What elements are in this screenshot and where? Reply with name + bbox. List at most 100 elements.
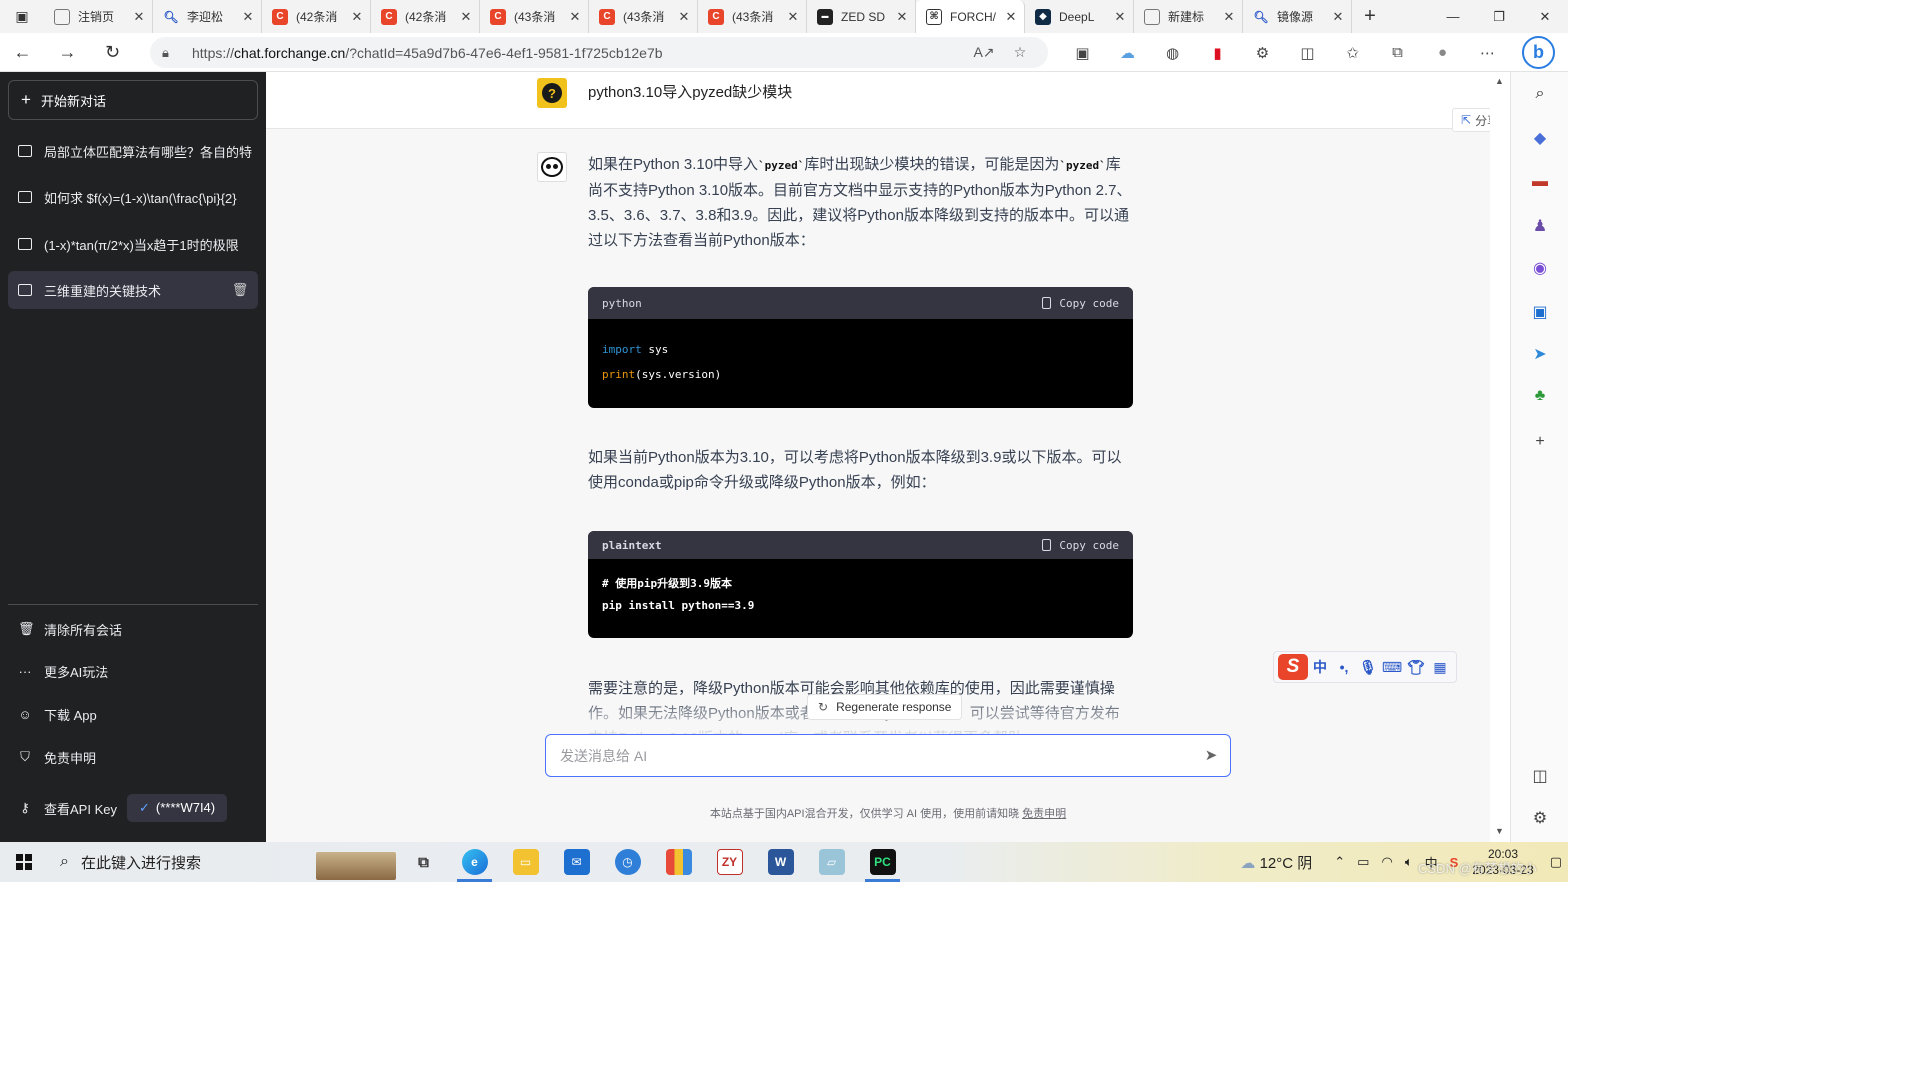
sidebar-toggle-icon[interactable]: ◫	[1528, 764, 1552, 788]
trash-icon[interactable]: 🗑︎	[230, 282, 250, 298]
file-explorer-icon[interactable]: ▭	[500, 842, 551, 882]
search-icon[interactable]: ⌕	[1528, 82, 1552, 106]
browser-tab[interactable]: C (42条消 ✕	[371, 0, 480, 33]
browser-tab[interactable]: 注销页 ✕	[44, 0, 153, 33]
close-icon[interactable]: ✕	[677, 9, 691, 25]
conversation-item[interactable]: 如何求 $f(x)=(1-x)\tan(\frac{\pi}{2}	[8, 178, 258, 216]
office-icon[interactable]: ◉	[1528, 256, 1552, 280]
more-ai-link[interactable]: ··· 更多AI玩法	[8, 652, 258, 690]
tree-icon[interactable]: ♣	[1528, 384, 1552, 408]
app-grid-icon[interactable]	[653, 842, 704, 882]
api-key-link[interactable]: ⚷ 查看API Key ✓ (****W7I4)	[8, 789, 258, 827]
conversation-item[interactable]: (1-x)*tan(π/2*x)当x趋于1时的极限	[8, 225, 258, 263]
settings-icon[interactable]: ⚙	[1528, 806, 1552, 830]
message-input[interactable]	[545, 734, 1231, 777]
url-field[interactable]: 🔒︎ https://chat.forchange.cn/?chatId=45a…	[150, 37, 1048, 68]
close-icon[interactable]: ✕	[1113, 9, 1127, 25]
notification-icon[interactable]: ▢	[1550, 854, 1562, 870]
battery-icon[interactable]: ▭	[1357, 854, 1369, 870]
ime-punct-toggle[interactable]: •,	[1332, 659, 1356, 675]
tray-chevron-icon[interactable]: ⌃	[1334, 854, 1345, 870]
close-icon[interactable]: ✕	[568, 9, 582, 25]
extensions-icon[interactable]: ⚙	[1240, 44, 1285, 62]
copy-code-button[interactable]: Copy code	[1042, 297, 1119, 310]
volume-icon[interactable]: 🔈︎	[1405, 854, 1413, 870]
close-icon[interactable]: ✕	[786, 9, 800, 25]
close-icon[interactable]: ✕	[1222, 9, 1236, 25]
task-view-icon[interactable]: ⧉	[398, 842, 449, 882]
restore-icon[interactable]: ❐	[1476, 0, 1522, 33]
outlook-icon[interactable]: ▣	[1528, 300, 1552, 324]
send-icon[interactable]: ➤	[1528, 342, 1552, 366]
tag-icon[interactable]: ◆	[1528, 126, 1552, 150]
close-icon[interactable]: ✕	[132, 9, 146, 25]
extension-icon[interactable]: ▣	[1060, 44, 1105, 62]
close-icon[interactable]: ✕	[350, 9, 364, 25]
scroll-down-icon[interactable]: ▼	[1495, 826, 1504, 836]
disclaimer-link[interactable]: ⛉ 免责申明	[8, 738, 258, 776]
favorites-icon[interactable]: ✩	[1330, 44, 1375, 62]
pdf-icon[interactable]: ▮	[1195, 44, 1240, 62]
clock-icon[interactable]: ◷	[602, 842, 653, 882]
conversation-item-active[interactable]: 三维重建的关键技术 🗑︎	[8, 271, 258, 309]
close-icon[interactable]: ✕	[1331, 9, 1345, 25]
taskbar-search[interactable]: ⌕ 在此键入进行搜索	[48, 842, 398, 882]
close-icon[interactable]: ✕	[1004, 9, 1018, 25]
keyboard-icon[interactable]: ⌨	[1380, 659, 1404, 676]
download-app-link[interactable]: ☺ 下载 App	[8, 695, 258, 733]
send-icon[interactable]: ➤	[1201, 746, 1221, 766]
clear-conversations-link[interactable]: 🗑︎ 清除所有会话	[8, 610, 258, 648]
toolbox-icon[interactable]: ▬	[1528, 170, 1552, 194]
word-icon[interactable]: W	[755, 842, 806, 882]
browser-tab[interactable]: 🔍︎ 镜像源 ✕	[1243, 0, 1352, 33]
ime-lang-toggle[interactable]: 中	[1308, 657, 1332, 677]
browser-tab[interactable]: 🔍︎ 李迎松 ✕	[153, 0, 262, 33]
favorite-add-icon[interactable]: ☆	[1002, 44, 1038, 61]
extension-icon[interactable]: ◍	[1150, 44, 1195, 62]
close-icon[interactable]: ✕	[895, 9, 909, 25]
browser-tab[interactable]: ◆ DeepL ✕	[1025, 0, 1134, 33]
read-aloud-icon[interactable]: A↗	[966, 44, 1002, 61]
start-button[interactable]	[0, 842, 48, 882]
edge-icon[interactable]: e	[449, 842, 500, 882]
more-icon[interactable]: ⋯	[1465, 44, 1510, 62]
profile-avatar-icon[interactable]: ●	[1420, 44, 1465, 61]
browser-tab[interactable]: C (43条消 ✕	[698, 0, 807, 33]
cloud-icon[interactable]: ☁	[1105, 44, 1150, 62]
weather-widget[interactable]: ☁ 12°C 阴	[1240, 852, 1312, 873]
page-scrollbar[interactable]: ▲ ▼	[1490, 72, 1510, 842]
close-icon[interactable]: ✕	[241, 9, 255, 25]
microphone-icon[interactable]: 🎙︎	[1356, 659, 1380, 676]
scroll-thumb[interactable]	[1496, 92, 1502, 792]
collections-icon[interactable]: ⧉	[1375, 44, 1420, 61]
pycharm-icon[interactable]: PC	[857, 842, 908, 882]
tab-actions-icon[interactable]: ▣	[0, 0, 44, 33]
browser-tab-active[interactable]: ⌘ FORCH/✕	[916, 0, 1025, 33]
minimize-icon[interactable]: —	[1430, 0, 1476, 33]
conversation-item[interactable]: 局部立体匹配算法有哪些？各自的特	[8, 132, 258, 170]
close-icon[interactable]: ✕	[459, 9, 473, 25]
new-tab-button[interactable]: +	[1352, 5, 1388, 28]
back-icon[interactable]: ←	[0, 33, 45, 72]
add-icon[interactable]: +	[1528, 430, 1552, 454]
zy-icon[interactable]: ZY	[704, 842, 755, 882]
games-icon[interactable]: ♟	[1528, 214, 1552, 238]
browser-tab[interactable]: 新建标 ✕	[1134, 0, 1243, 33]
browser-tab[interactable]: ▬ ZED SD ✕	[807, 0, 916, 33]
browser-tab[interactable]: C (42条消 ✕	[262, 0, 371, 33]
bing-icon[interactable]: b	[1522, 36, 1555, 69]
split-screen-icon[interactable]: ◫	[1285, 44, 1330, 62]
forward-icon[interactable]: →	[45, 33, 90, 72]
sogou-icon[interactable]: S	[1278, 654, 1308, 680]
close-window-icon[interactable]: ✕	[1522, 0, 1568, 33]
notepad-icon[interactable]: ▱	[806, 842, 857, 882]
regenerate-button[interactable]: ↻ Regenerate response	[807, 694, 963, 720]
network-icon[interactable]: ◠	[1381, 854, 1392, 870]
browser-tab[interactable]: C (43条消 ✕	[480, 0, 589, 33]
copy-code-button[interactable]: Copy code	[1042, 539, 1119, 552]
scroll-up-icon[interactable]: ▲	[1495, 76, 1504, 86]
refresh-icon[interactable]: ↻	[90, 33, 135, 72]
skin-icon[interactable]: 👕︎	[1404, 659, 1428, 676]
toolbox-icon[interactable]: ▦	[1428, 659, 1452, 676]
api-key-badge[interactable]: ✓ (****W7I4)	[126, 794, 228, 822]
